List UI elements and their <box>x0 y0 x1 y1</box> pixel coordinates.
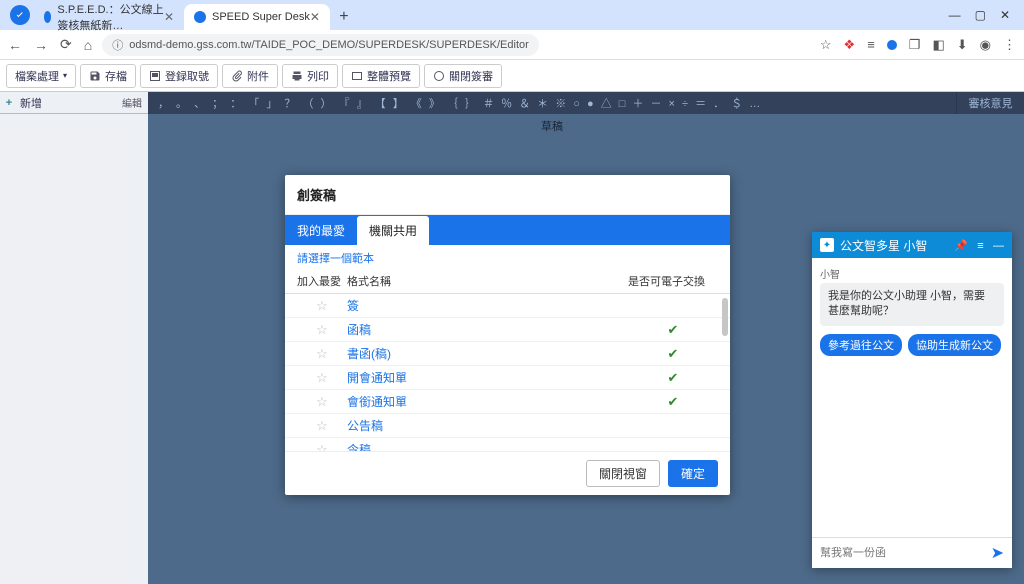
add-item-label: 新增 <box>18 95 122 111</box>
template-row[interactable]: ☆簽 <box>285 294 730 318</box>
new-tab-button[interactable]: + <box>334 7 354 27</box>
browser-tab-1[interactable]: S.P.E.E.D.：公文線上簽核無紙新… ✕ <box>34 4 184 30</box>
favorite-star-icon[interactable]: ☆ <box>316 298 328 313</box>
favorite-star-icon[interactable]: ☆ <box>316 346 328 361</box>
doc-title: 草稿 <box>148 114 956 134</box>
template-name: 函稿 <box>347 321 628 338</box>
template-row[interactable]: ☆ 書函(稿)✔ <box>285 342 730 366</box>
template-name: 會銜通知單 <box>347 393 628 410</box>
template-row[interactable]: ☆ 會銜通知單✔ <box>285 390 730 414</box>
nav-home-icon[interactable]: ⌂ <box>84 37 92 53</box>
template-name: 公告稿 <box>347 417 628 434</box>
favorite-star-icon[interactable]: ☆ <box>316 442 328 453</box>
chat-input[interactable] <box>820 547 991 559</box>
create-draft-modal: 創簽稿 我的最愛 機關共用 請選擇一個範本 加入最愛 格式名稱 是否可電子交換 … <box>285 175 730 495</box>
bookmark-star-icon[interactable]: ☆ <box>820 37 832 53</box>
chat-settings-icon[interactable]: ≡ <box>977 240 983 252</box>
window-minimize[interactable]: — <box>949 8 961 22</box>
favorite-star-icon[interactable]: ☆ <box>316 322 328 337</box>
toolbar-attachment[interactable]: 附件 <box>222 64 278 88</box>
extension-icon[interactable]: ≡ <box>867 37 875 52</box>
app-toolbar: 檔案處理▾ 存檔 登録取號 附件 列印 整體預覽 關閉簽審 <box>0 60 1024 92</box>
scrollbar-thumb[interactable] <box>722 298 728 336</box>
exchange-flag: ✔ <box>628 394 718 410</box>
nav-back-icon[interactable]: ← <box>8 37 22 53</box>
toolbar-save[interactable]: 存檔 <box>80 64 136 88</box>
extension-icon[interactable] <box>887 40 897 50</box>
exchange-flag: ✔ <box>628 346 718 362</box>
nav-reload-icon[interactable]: ⟳ <box>60 36 72 53</box>
url-text: odsmd-demo.gss.com.tw/TAIDE_POC_DEMO/SUP… <box>129 39 529 51</box>
close-icon[interactable]: ✕ <box>310 10 320 24</box>
nav-forward-icon[interactable]: → <box>34 37 48 53</box>
toolbar-register[interactable]: 登録取號 <box>140 64 218 88</box>
add-item-button[interactable]: + <box>0 97 18 109</box>
template-name: 令稿 <box>347 441 628 452</box>
col-favorite: 加入最愛 <box>297 273 347 289</box>
tab-title: SPEED Super Desk <box>212 11 310 23</box>
window-close[interactable]: ✕ <box>1000 8 1010 22</box>
extensions-puzzle-icon[interactable]: ❐ <box>909 37 921 53</box>
template-row[interactable]: ☆ 函稿✔ <box>285 318 730 342</box>
template-name: 書函(稿) <box>347 345 628 362</box>
template-name: 簽 <box>347 297 628 314</box>
chat-sender: 小智 <box>820 266 1004 281</box>
download-icon[interactable]: ⬇ <box>957 37 968 53</box>
side-panel-icon[interactable]: ◧ <box>932 37 944 53</box>
chat-pin-icon[interactable]: 📌 <box>954 240 968 252</box>
template-row[interactable]: ☆ 令稿 <box>285 438 730 452</box>
modal-title: 創簽稿 <box>285 175 730 215</box>
edit-link[interactable]: 編輯 <box>122 95 148 110</box>
review-panel-header: 審核意見 <box>956 92 1024 114</box>
modal-close-button[interactable]: 關閉視窗 <box>586 460 660 487</box>
modal-hint: 請選擇一個範本 <box>285 245 730 269</box>
toolbar-preview[interactable]: 整體預覽 <box>342 64 420 88</box>
favorite-star-icon[interactable]: ☆ <box>316 370 328 385</box>
app-window-icon <box>10 5 30 25</box>
chat-send-button[interactable]: ➤ <box>991 543 1004 563</box>
toolbar-print[interactable]: 列印 <box>282 64 338 88</box>
exchange-flag: ✔ <box>628 370 718 386</box>
toolbar-file-menu[interactable]: 檔案處理▾ <box>6 64 76 88</box>
favorite-star-icon[interactable]: ☆ <box>316 418 328 433</box>
toolbar-close-review[interactable]: 關閉簽審 <box>424 64 502 88</box>
chat-title: 公文智多星 小智 <box>840 237 942 254</box>
exchange-flag: ✔ <box>628 322 718 338</box>
window-maximize[interactable]: ▢ <box>975 8 986 22</box>
browser-tab-2[interactable]: SPEED Super Desk ✕ <box>184 4 330 30</box>
close-icon[interactable]: ✕ <box>164 10 174 24</box>
kebab-menu-icon[interactable]: ⋮ <box>1003 37 1016 53</box>
profile-avatar-icon[interactable]: ◉ <box>980 37 991 53</box>
site-info-icon[interactable]: ⓘ <box>112 37 123 53</box>
symbol-toolbar[interactable]: ， 。 、 ； ： 「 」 ？ （ ） 『 』 【 】 《 》 ｛ ｝ ＃ ％ … <box>148 92 956 114</box>
col-format-name: 格式名稱 <box>347 273 628 289</box>
chat-panel: ✦ 公文智多星 小智 📌 ≡ — 小智 我是你的公文小助理 小智，需要甚麼幫助呢… <box>812 232 1012 568</box>
col-exchange: 是否可電子交換 <box>628 273 718 289</box>
chat-logo-icon: ✦ <box>820 238 834 252</box>
template-row[interactable]: ☆ 開會通知單✔ <box>285 366 730 390</box>
left-panel: + 新增 編輯 <box>0 92 148 584</box>
modal-tab-shared[interactable]: 機關共用 <box>357 216 429 245</box>
favicon-icon <box>44 11 51 23</box>
template-row[interactable]: ☆ 公告稿 <box>285 414 730 438</box>
chat-chip-generate[interactable]: 協助生成新公文 <box>908 334 1001 356</box>
template-name: 開會通知單 <box>347 369 628 386</box>
modal-tab-favorites[interactable]: 我的最愛 <box>285 216 357 245</box>
chat-minimize-icon[interactable]: — <box>993 240 1004 252</box>
chat-chip-past-docs[interactable]: 參考過往公文 <box>820 334 902 356</box>
favorite-star-icon[interactable]: ☆ <box>316 394 328 409</box>
favicon-icon <box>194 11 206 23</box>
browser-tabs: S.P.E.E.D.：公文線上簽核無紙新… ✕ SPEED Super Desk… <box>34 4 949 30</box>
address-bar[interactable]: ⓘ odsmd-demo.gss.com.tw/TAIDE_POC_DEMO/S… <box>102 34 539 56</box>
extension-icon[interactable]: ❖ <box>844 37 856 53</box>
template-list[interactable]: ☆簽☆函稿✔☆書函(稿)✔☆開會通知單✔☆會銜通知單✔☆公告稿☆令稿☆簽文單 <box>285 294 730 452</box>
tab-title: S.P.E.E.D.：公文線上簽核無紙新… <box>57 1 164 33</box>
modal-ok-button[interactable]: 確定 <box>668 460 718 487</box>
chat-bubble: 我是你的公文小助理 小智，需要甚麼幫助呢？ <box>820 283 1004 326</box>
